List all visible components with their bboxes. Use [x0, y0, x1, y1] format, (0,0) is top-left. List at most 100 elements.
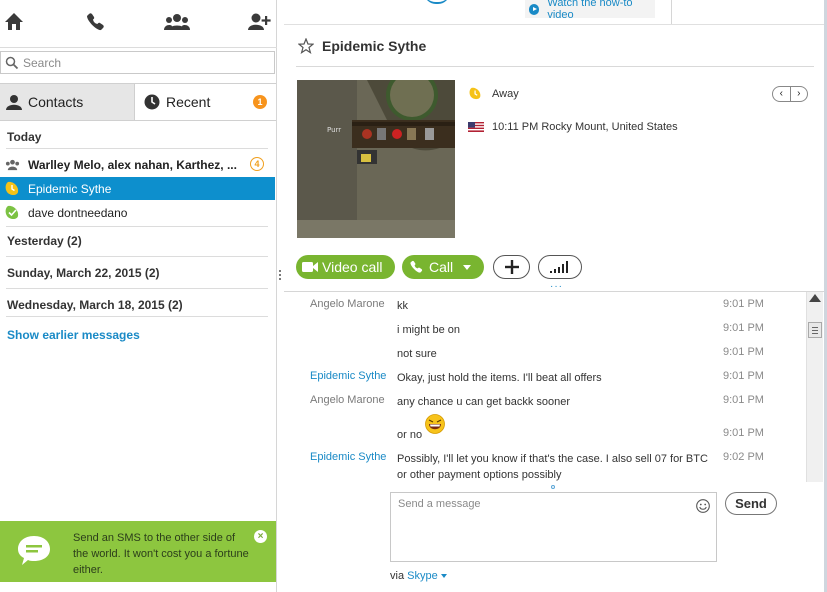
contact-name-heading: Epidemic Sythe [322, 38, 427, 54]
how-to-video-label: Watch the how-to video [547, 0, 633, 21]
chat-bubble-icon [18, 536, 50, 565]
video-call-button[interactable]: Video call [296, 255, 395, 279]
message-time: 9:01 PM [723, 370, 764, 382]
search-box[interactable] [0, 51, 275, 74]
message-history: Angelo Marone kk 9:01 PM i might be on 9… [284, 292, 806, 482]
pager-next-button[interactable]: › [791, 87, 808, 101]
expand-handle[interactable]: ··· [550, 282, 563, 292]
conversation-row-dave[interactable]: dave dontneedano [0, 201, 275, 224]
pane-resize-handle[interactable] [279, 270, 282, 284]
laughing-emoticon-icon [425, 414, 445, 434]
video-camera-icon [302, 262, 318, 272]
group-chat-icon [5, 159, 20, 171]
conversation-group-row[interactable]: Warlley Melo, alex nahan, Karthez, ... 4 [0, 153, 275, 176]
tab-recent-label: Recent [166, 94, 211, 110]
divider [6, 256, 268, 257]
message-sender[interactable]: Angelo Marone [310, 394, 410, 406]
conversation-pane: Watch the how-to video Epidemic Sythe Pu… [284, 0, 827, 592]
group-conversation-name: Warlley Melo, alex nahan, Karthez, ... [28, 157, 237, 172]
section-wednesday[interactable]: Wednesday, March 18, 2015 (2) [7, 298, 183, 312]
tab-contacts[interactable]: Contacts [0, 84, 135, 120]
tab-recent[interactable]: Recent 1 [136, 84, 276, 120]
message-sender[interactable]: Epidemic Sythe [310, 451, 410, 463]
online-status-icon [5, 205, 19, 219]
group-unread-badge: 4 [250, 157, 264, 171]
scroll-up-arrow-icon[interactable] [809, 294, 821, 302]
add-contact-icon[interactable] [247, 12, 271, 36]
show-earlier-messages-link[interactable]: Show earlier messages [7, 328, 140, 342]
phone-icon[interactable] [85, 12, 109, 36]
compose-resize-handle[interactable] [551, 485, 555, 489]
signal-strength-icon [550, 261, 568, 273]
clock-icon [144, 94, 160, 110]
close-icon[interactable]: × [254, 530, 267, 543]
message-time: 9:01 PM [723, 346, 764, 358]
divider [296, 66, 814, 67]
add-to-conversation-button[interactable] [493, 255, 530, 279]
video-call-label: Video call [322, 259, 383, 275]
via-service-dropdown[interactable]: Skype [407, 570, 438, 582]
section-sunday[interactable]: Sunday, March 22, 2015 (2) [7, 266, 160, 280]
send-via-selector: via Skype [390, 570, 447, 582]
divider [284, 24, 827, 25]
call-quality-button[interactable] [538, 255, 582, 279]
message-text: any chance u can get backk sooner [397, 396, 571, 408]
contact-status-text: Away [492, 88, 519, 100]
message-time: 9:01 PM [723, 298, 764, 310]
call-label: Call [429, 259, 454, 275]
message-text: Okay, just hold the items. I'll beat all… [397, 372, 602, 384]
chevron-down-icon[interactable] [463, 264, 472, 270]
away-status-icon [5, 181, 19, 195]
search-input[interactable] [23, 54, 263, 71]
emoticon-picker-icon[interactable] [696, 499, 710, 513]
svg-text:Purr: Purr [327, 126, 341, 134]
promo-text: Send an SMS to the other side of the wor… [73, 532, 249, 576]
message-time: 9:01 PM [723, 394, 764, 406]
recent-count-badge: 1 [253, 95, 267, 109]
person-icon [6, 95, 22, 110]
chevron-down-icon[interactable] [440, 574, 447, 579]
sms-promo-banner[interactable]: Send an SMS to the other side of the wor… [0, 521, 276, 582]
how-to-video-link[interactable]: Watch the how-to video [525, 0, 655, 21]
group-icon[interactable] [164, 12, 190, 36]
pager-prev-button[interactable]: ‹ [773, 87, 791, 101]
conversation-name: dave dontneedano [28, 205, 128, 220]
conversation-row-epidemic-sythe[interactable]: Epidemic Sythe [0, 177, 275, 200]
message-text: Possibly, I'll let you know if that's th… [397, 453, 708, 481]
left-pane: Contacts Recent 1 Today Warlley Melo, al… [0, 0, 277, 592]
search-icon [5, 56, 19, 70]
home-icon[interactable] [4, 12, 28, 36]
message-text: not sure [397, 348, 437, 360]
send-button[interactable]: Send [725, 492, 777, 515]
message-input[interactable] [398, 498, 688, 553]
scroll-thumb[interactable] [808, 322, 822, 338]
top-navigation [0, 0, 277, 48]
profile-pager: ‹ › [772, 86, 808, 102]
message-text: kk [397, 300, 408, 312]
via-label: via [390, 570, 405, 582]
contact-tabs: Contacts Recent 1 [0, 83, 276, 121]
message-compose-box[interactable] [390, 492, 717, 562]
plus-icon [504, 260, 519, 274]
message-time: 9:02 PM [723, 451, 764, 463]
divider [6, 288, 268, 289]
message-text-content: or no [397, 429, 423, 441]
section-yesterday[interactable]: Yesterday (2) [7, 234, 82, 248]
section-today: Today [7, 130, 42, 144]
us-flag-icon [468, 122, 484, 132]
message-time: 9:01 PM [723, 427, 764, 439]
divider [6, 316, 268, 317]
message-scrollbar[interactable] [806, 292, 823, 482]
divider [671, 0, 672, 24]
divider [6, 148, 268, 149]
call-button[interactable]: Call [402, 255, 484, 279]
message-sender[interactable]: Epidemic Sythe [310, 370, 410, 382]
skype-logo-fragment [424, 0, 450, 4]
favorite-star-icon[interactable] [298, 38, 314, 54]
play-icon [529, 3, 540, 15]
message-text: or no [397, 414, 717, 443]
tab-contacts-label: Contacts [28, 94, 84, 110]
message-text: i might be on [397, 324, 460, 336]
message-sender[interactable]: Angelo Marone [310, 298, 410, 310]
away-status-icon [469, 87, 481, 100]
